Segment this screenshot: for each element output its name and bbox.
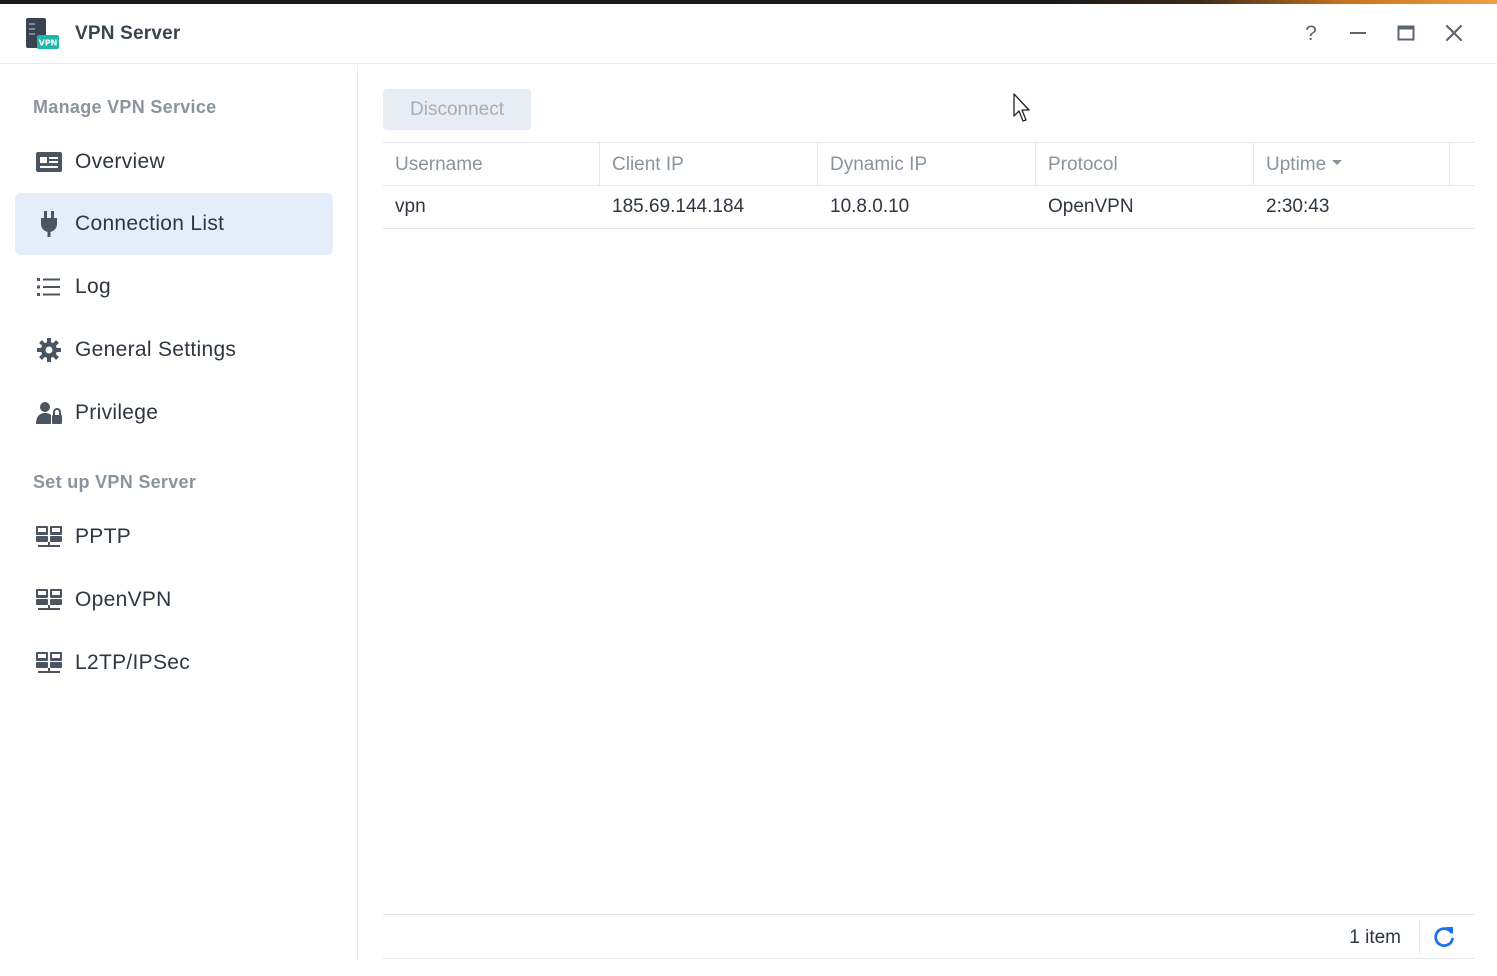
column-header-username[interactable]: Username [383,143,600,186]
sidebar-item-connection-list[interactable]: Connection List [15,193,333,255]
sidebar-item-label: Overview [75,150,165,173]
sidebar-item-label: PPTP [75,525,132,548]
sidebar-item-l2tp-ipsec[interactable]: L2TP/IPSec [15,632,333,694]
overview-card-icon [35,148,63,176]
sidebar-item-label: OpenVPN [75,588,172,611]
vpn-server-app-icon: VPN [26,18,59,49]
column-header-protocol[interactable]: Protocol [1036,143,1254,186]
sidebar-item-general-settings[interactable]: General Settings [15,319,333,381]
sidebar-item-openvpn[interactable]: OpenVPN [15,569,333,631]
sort-descending-icon [1332,160,1343,165]
window-titlebar: VPN VPN Server ? [0,4,1497,64]
network-icon [35,523,63,551]
section-title-manage: Manage VPN Service [33,97,217,117]
connection-table: Username Client IP Dynamic IP Protocol U… [383,142,1475,229]
sidebar-item-label: L2TP/IPSec [75,651,191,674]
table-footer: 1 item [383,914,1475,959]
cell-protocol: OpenVPN [1048,196,1134,217]
list-icon [35,273,63,301]
sidebar-item-label: Privilege [75,401,159,424]
main-panel: Disconnect Username Client IP Dynamic IP… [359,65,1497,976]
help-icon[interactable]: ? [1298,20,1324,46]
cell-username: vpn [395,196,426,217]
gear-icon [35,336,63,364]
column-header-dynamic-ip[interactable]: Dynamic IP [818,143,1036,186]
footer-divider [1419,921,1420,953]
window-title: VPN Server [75,23,181,44]
user-lock-icon [35,399,63,427]
disconnect-button[interactable]: Disconnect [383,89,531,130]
table-header: Username Client IP Dynamic IP Protocol U… [383,142,1475,186]
cell-dynamic-ip: 10.8.0.10 [830,196,910,217]
sidebar-item-label: Connection List [75,212,225,235]
minimize-icon[interactable] [1345,20,1371,46]
network-icon [35,586,63,614]
cell-uptime: 2:30:43 [1266,196,1330,217]
sidebar-item-log[interactable]: Log [15,256,333,318]
maximize-icon[interactable] [1393,20,1419,46]
item-count: 1 item [1349,927,1401,948]
sidebar-item-label: General Settings [75,338,237,361]
column-header-uptime[interactable]: Uptime [1254,143,1450,186]
close-icon[interactable] [1441,20,1467,46]
sidebar-item-privilege[interactable]: Privilege [15,382,333,444]
column-header-client-ip[interactable]: Client IP [600,143,818,186]
cell-client-ip: 185.69.144.184 [612,196,745,217]
refresh-icon[interactable] [1431,924,1457,950]
table-row[interactable]: vpn 185.69.144.184 10.8.0.10 OpenVPN 2:3… [383,186,1475,229]
sidebar-item-label: Log [75,275,111,298]
section-title-setup: Set up VPN Server [33,472,197,492]
sidebar: Manage VPN Service Overview Connection L… [0,65,358,960]
plug-icon [35,210,63,238]
sidebar-item-pptp[interactable]: PPTP [15,506,333,568]
network-icon [35,649,63,677]
sidebar-item-overview[interactable]: Overview [15,131,333,193]
svg-text:VPN: VPN [39,39,58,48]
column-header-uptime-label: Uptime [1266,153,1327,175]
svg-text:?: ? [1305,22,1317,44]
